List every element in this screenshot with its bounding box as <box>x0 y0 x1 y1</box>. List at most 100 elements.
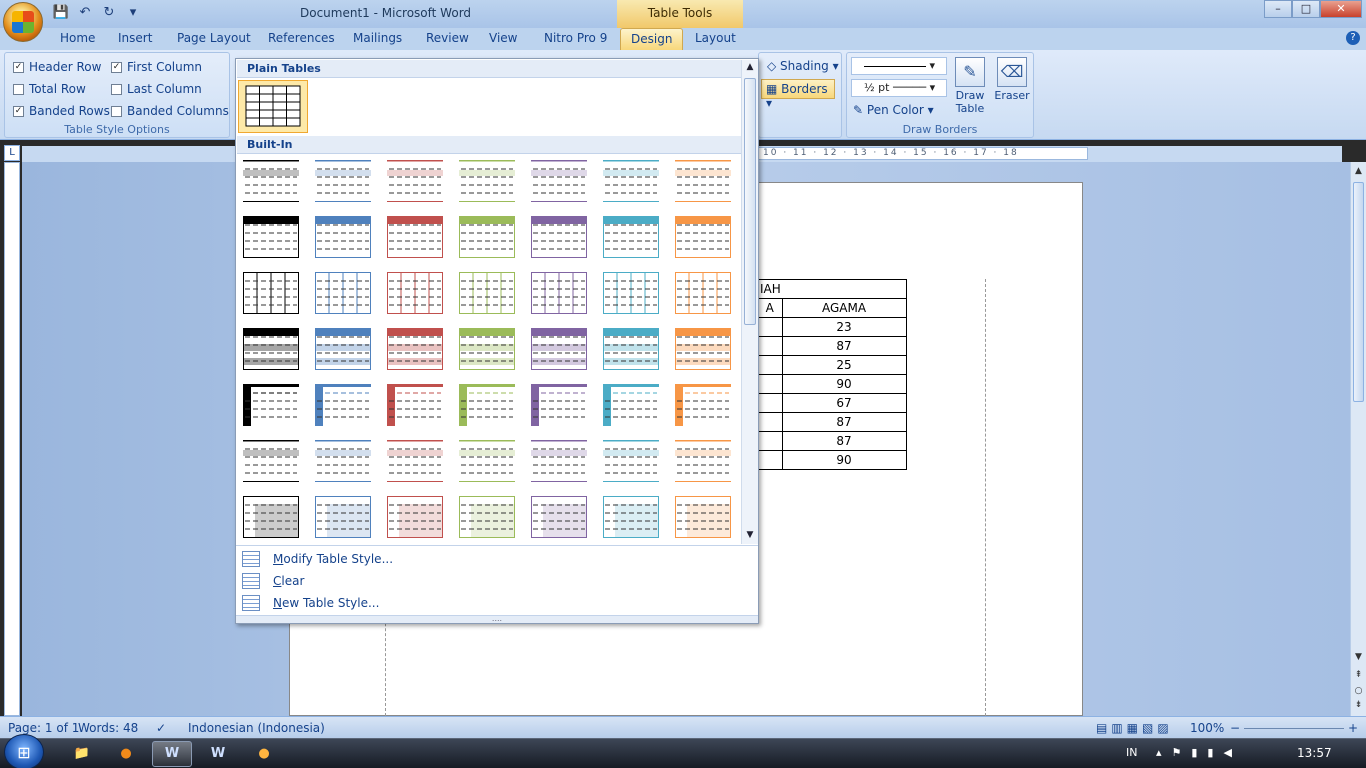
tab-mailings[interactable]: Mailings <box>353 31 402 45</box>
clock[interactable]: 13:57 <box>1297 746 1332 760</box>
table-style-swatch[interactable] <box>243 328 299 370</box>
next-page-icon[interactable]: ⇟ <box>1351 700 1366 710</box>
new-table-style-menu-item[interactable]: New Table Style... <box>236 592 758 614</box>
table-cell[interactable] <box>758 393 783 413</box>
pen-color-button[interactable]: ✎ Pen Color ▾ <box>853 103 934 117</box>
language-bar[interactable]: IN <box>1126 746 1137 759</box>
minimize-button[interactable]: – <box>1264 0 1292 18</box>
table-style-swatch[interactable] <box>675 496 731 538</box>
table-style-swatch[interactable] <box>387 216 443 258</box>
tab-home[interactable]: Home <box>60 31 95 45</box>
undo-icon[interactable]: ↶ <box>76 4 94 22</box>
table-style-swatch[interactable] <box>531 272 587 314</box>
taskbar-word-1[interactable]: W <box>152 741 192 767</box>
document-vertical-scrollbar[interactable]: ▲ ▼ ⇞ ○ ⇟ <box>1350 162 1366 716</box>
table-style-swatch[interactable] <box>531 328 587 370</box>
tab-selector[interactable]: L <box>4 145 20 161</box>
table-cell[interactable]: 67 <box>781 393 907 413</box>
modify-table-style-menu-item[interactable]: Modify Table Style... <box>236 548 758 570</box>
browse-object-icon[interactable]: ○ <box>1351 686 1366 696</box>
taskbar-firefox[interactable]: ● <box>106 741 146 767</box>
table-cell[interactable] <box>758 450 783 470</box>
table-title-cell[interactable]: IAH <box>758 279 907 299</box>
taskbar-word-2[interactable]: W <box>198 741 238 767</box>
proofing-icon[interactable]: ✓ <box>156 721 166 735</box>
table-style-swatch[interactable] <box>531 496 587 538</box>
line-weight-dropdown[interactable]: ½ pt ───── ▾ <box>851 79 947 97</box>
last-column-checkbox[interactable]: Last Column <box>111 82 202 96</box>
table-cell[interactable] <box>758 412 783 432</box>
table-style-swatch[interactable] <box>531 384 587 426</box>
table-style-swatch[interactable] <box>531 216 587 258</box>
tab-design[interactable]: Design <box>620 28 684 50</box>
word-count[interactable]: Words: 48 <box>78 721 138 735</box>
table-style-swatch[interactable] <box>459 328 515 370</box>
table-style-swatch[interactable] <box>675 272 731 314</box>
zoom-slider[interactable] <box>1244 728 1344 729</box>
table-style-swatch[interactable] <box>603 496 659 538</box>
zoom-level[interactable]: 100% <box>1190 721 1224 735</box>
banded-columns-checkbox[interactable]: Banded Columns <box>111 104 229 118</box>
table-style-swatch[interactable] <box>459 439 515 482</box>
gallery-scroll-up-icon[interactable]: ▲ <box>742 62 758 72</box>
table-style-swatch[interactable] <box>387 159 443 202</box>
table-style-swatch[interactable] <box>603 328 659 370</box>
table-style-swatch[interactable] <box>675 216 731 258</box>
total-row-checkbox[interactable]: Total Row <box>13 82 86 96</box>
table-style-swatch[interactable] <box>603 216 659 258</box>
table-style-swatch[interactable] <box>387 496 443 538</box>
table-style-swatch[interactable] <box>459 216 515 258</box>
first-column-checkbox[interactable]: ✓ First Column <box>111 60 202 74</box>
customize-qat-icon[interactable]: ▾ <box>124 4 142 22</box>
table-cell[interactable] <box>758 317 783 337</box>
plain-table-style-selected[interactable] <box>238 80 308 133</box>
table-style-swatch[interactable] <box>603 159 659 202</box>
table-cell[interactable]: 90 <box>781 374 907 394</box>
line-style-dropdown[interactable]: ▾ <box>851 57 947 75</box>
tray-icons[interactable]: ▴⚑▮▮◀ <box>1156 746 1242 759</box>
language-indicator[interactable]: Indonesian (Indonesia) <box>188 721 325 735</box>
tab-references[interactable]: References <box>268 31 335 45</box>
zoom-out-icon[interactable]: − <box>1230 721 1240 735</box>
table-cell[interactable]: 25 <box>781 355 907 375</box>
tab-layout[interactable]: Layout <box>695 31 736 45</box>
tab-view[interactable]: View <box>489 31 517 45</box>
redo-icon[interactable]: ↻ <box>100 4 118 22</box>
save-icon[interactable]: 💾 <box>52 4 70 22</box>
gallery-scrollbar[interactable]: ▲ ▼ <box>741 60 758 544</box>
table-style-swatch[interactable] <box>387 384 443 426</box>
table-style-swatch[interactable] <box>243 159 299 202</box>
gallery-scroll-down-icon[interactable]: ▼ <box>742 530 758 540</box>
vertical-ruler[interactable] <box>4 162 20 716</box>
scroll-thumb[interactable] <box>1353 182 1364 402</box>
tab-page-layout[interactable]: Page Layout <box>177 31 251 45</box>
table-style-swatch[interactable] <box>387 328 443 370</box>
zoom-in-icon[interactable]: + <box>1348 721 1358 735</box>
help-icon[interactable]: ? <box>1346 31 1360 45</box>
clear-menu-item[interactable]: Clear <box>236 570 758 592</box>
gallery-resize-grip[interactable]: .... <box>236 615 758 623</box>
table-style-swatch[interactable] <box>315 384 371 426</box>
table-style-swatch[interactable] <box>243 216 299 258</box>
table-cell[interactable]: 87 <box>781 412 907 432</box>
table-style-swatch[interactable] <box>315 272 371 314</box>
table-style-swatch[interactable] <box>243 496 299 538</box>
scroll-down-icon[interactable]: ▼ <box>1351 652 1366 662</box>
table-cell[interactable]: A <box>758 298 783 318</box>
table-cell[interactable]: 87 <box>781 336 907 356</box>
office-button[interactable] <box>3 2 43 42</box>
table-cell[interactable] <box>758 336 783 356</box>
table-cell[interactable] <box>758 355 783 375</box>
borders-button[interactable]: ▦ Borders ▾ <box>761 79 835 110</box>
table-style-swatch[interactable] <box>243 272 299 314</box>
table-style-swatch[interactable] <box>459 159 515 202</box>
table-style-swatch[interactable] <box>675 159 731 202</box>
table-cell[interactable]: 23 <box>781 317 907 337</box>
header-row-checkbox[interactable]: ✓ Header Row <box>13 60 101 74</box>
table-cell[interactable] <box>758 374 783 394</box>
table-style-swatch[interactable] <box>459 384 515 426</box>
maximize-button[interactable]: □ <box>1292 0 1320 18</box>
table-style-swatch[interactable] <box>603 384 659 426</box>
previous-page-icon[interactable]: ⇞ <box>1351 670 1366 680</box>
taskbar-explorer[interactable]: 📁 <box>62 741 102 767</box>
